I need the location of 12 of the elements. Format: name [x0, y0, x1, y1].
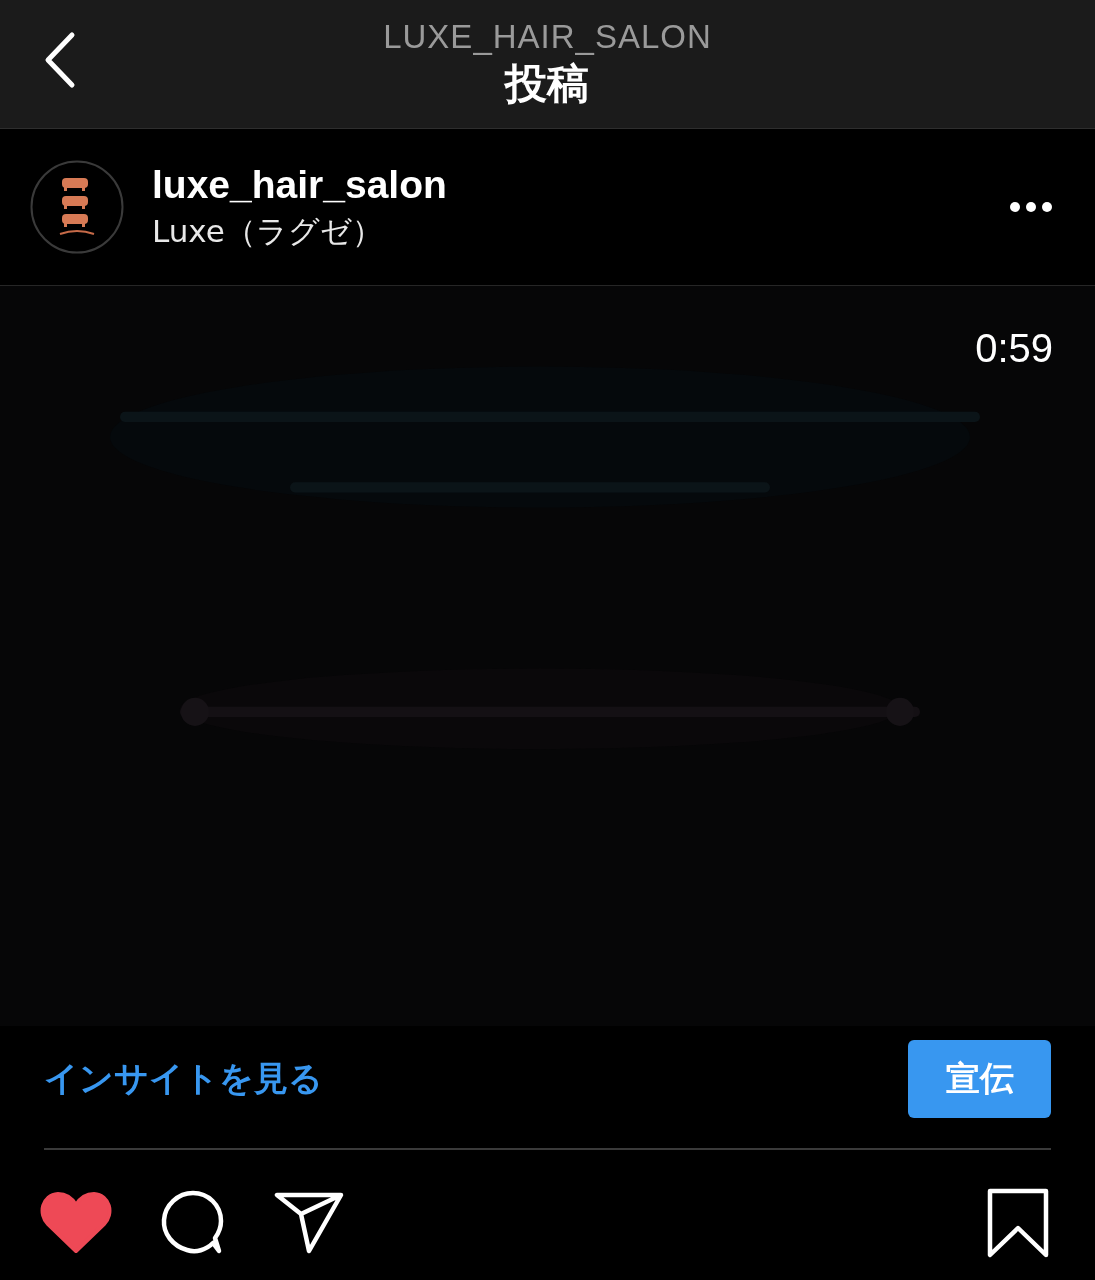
- account-name: LUXE_HAIR_SALON: [383, 17, 712, 57]
- heart-icon[interactable]: [40, 1191, 112, 1255]
- comment-icon[interactable]: [160, 1190, 226, 1256]
- avatar-logo-icon[interactable]: [30, 160, 124, 254]
- more-options-icon[interactable]: [1009, 201, 1053, 213]
- page-title: 投稿: [505, 58, 590, 110]
- username[interactable]: luxe_hair_salon: [152, 161, 1009, 209]
- bookmark-icon[interactable]: [987, 1188, 1049, 1258]
- view-insights-link[interactable]: インサイトを見る: [44, 1056, 323, 1102]
- send-icon[interactable]: [274, 1192, 344, 1254]
- account-subtitle: Luxe（ラグゼ）: [152, 212, 384, 251]
- video-duration: 0:59: [975, 326, 1053, 371]
